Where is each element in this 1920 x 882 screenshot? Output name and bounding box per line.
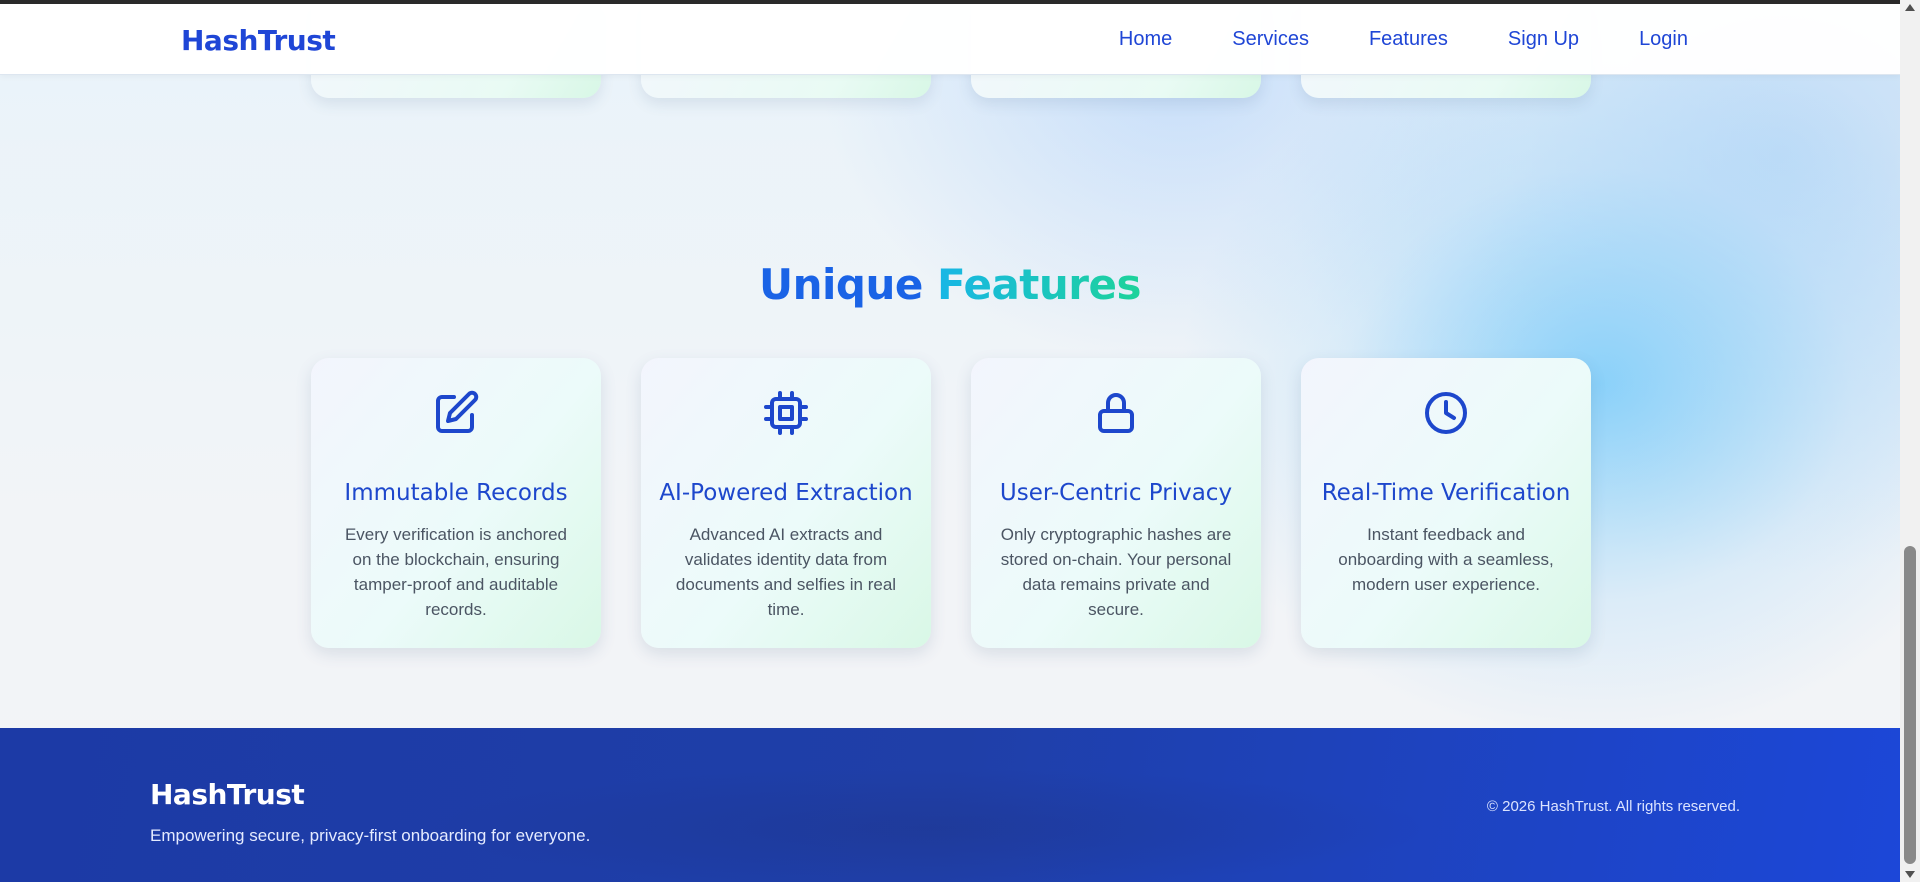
nav-link-services[interactable]: Services (1232, 28, 1309, 51)
feature-card-user-centric-privacy: User-Centric Privacy Only cryptographic … (971, 358, 1261, 648)
page-content: HashTrust Home Services Features Sign Up… (0, 4, 1900, 882)
footer-tagline: Empowering secure, privacy-first onboard… (150, 826, 591, 845)
feature-description: Advanced AI extracts and validates ident… (675, 525, 897, 619)
section-title-part2: Features (936, 260, 1142, 309)
brand-logo[interactable]: HashTrust (181, 24, 336, 57)
feature-title: Real-Time Verification (1321, 480, 1571, 506)
cpu-chip-icon (762, 389, 810, 437)
nav-link-home[interactable]: Home (1119, 28, 1172, 51)
feature-card-real-time-verification: Real-Time Verification Instant feedback … (1301, 358, 1591, 648)
vertical-scrollbar[interactable] (1900, 0, 1920, 882)
nav-link-sign-up[interactable]: Sign Up (1508, 28, 1579, 51)
footer-copyright: © 2026 HashTrust. All rights reserved. (1486, 798, 1740, 815)
feature-description: Only cryptographic hashes are stored on-… (1000, 525, 1232, 619)
footer: HashTrust Empowering secure, privacy-fir… (0, 728, 1900, 882)
navbar: HashTrust Home Services Features Sign Up… (0, 4, 1900, 75)
footer-brand: HashTrust (150, 778, 305, 811)
feature-description: Every verification is anchored on the bl… (344, 525, 568, 619)
nav-link-login[interactable]: Login (1639, 28, 1688, 51)
scroll-up-arrow-icon[interactable] (1905, 4, 1915, 11)
feature-card-ai-powered-extraction: AI-Powered Extraction Advanced AI extrac… (641, 358, 931, 648)
scroll-down-arrow-icon[interactable] (1905, 871, 1915, 878)
section-title: Unique Features (0, 260, 1900, 309)
feature-title: User-Centric Privacy (999, 480, 1233, 506)
nav-links: Home Services Features Sign Up Login (1119, 28, 1688, 51)
scrollbar-thumb[interactable] (1904, 546, 1916, 864)
clock-icon (1422, 389, 1470, 437)
section-title-part1: Unique (759, 260, 923, 309)
feature-description: Instant feedback and onboarding with a s… (1338, 525, 1554, 594)
edit-icon (432, 389, 480, 437)
feature-title: Immutable Records (344, 480, 568, 506)
nav-link-features[interactable]: Features (1369, 28, 1448, 51)
feature-title: AI-Powered Extraction (659, 480, 913, 506)
lock-icon (1092, 389, 1140, 437)
feature-card-immutable-records: Immutable Records Every verification is … (311, 358, 601, 648)
